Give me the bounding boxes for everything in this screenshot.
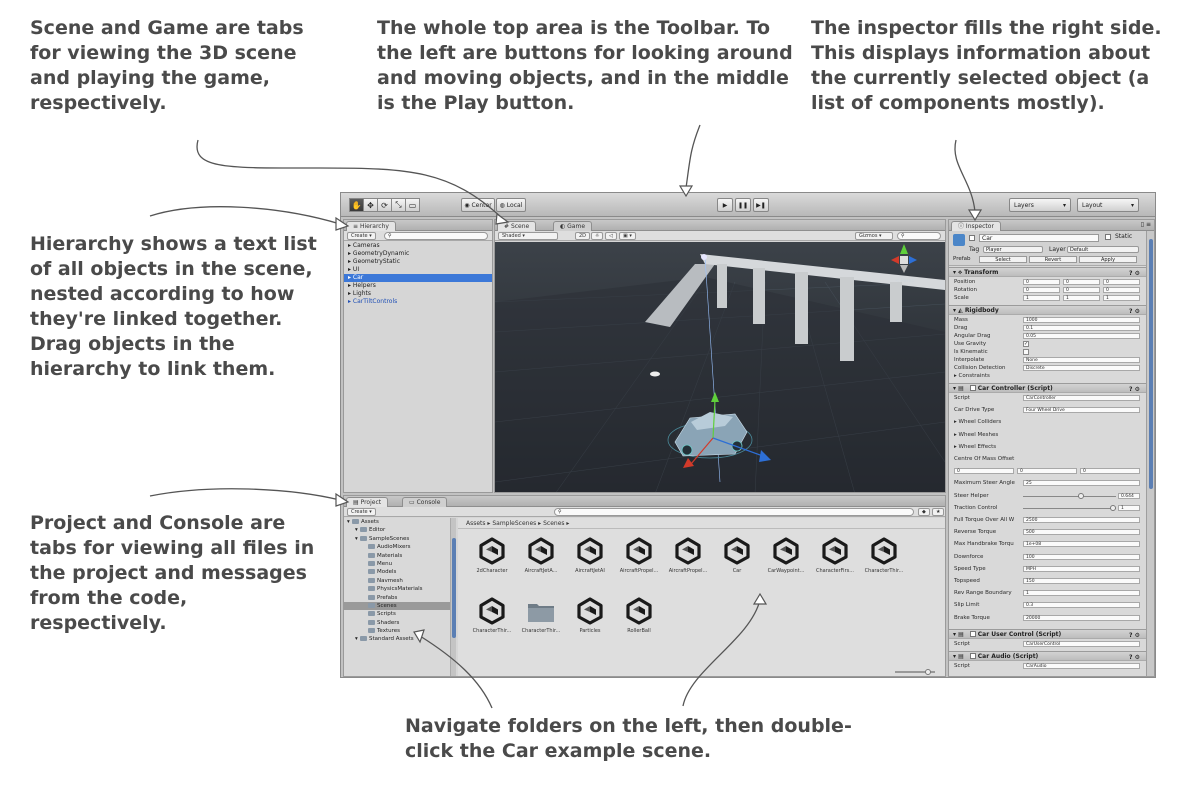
arrowhead: [967, 209, 983, 222]
arrowhead: [752, 592, 768, 605]
arrowhead: [495, 212, 510, 225]
arrowhead: [335, 216, 350, 231]
arrowhead: [678, 185, 694, 198]
callout-leader-lines: [149, 124, 983, 709]
arrowhead: [413, 629, 425, 644]
arrowhead: [335, 492, 350, 507]
leader-scene: [196, 139, 503, 219]
leader-car-scene: [682, 599, 761, 707]
leader-hierarchy: [149, 206, 341, 225]
leader-inspector: [954, 139, 976, 213]
leader-toolbar: [685, 124, 701, 189]
leader-project: [149, 488, 341, 501]
leader-folders: [419, 635, 493, 709]
